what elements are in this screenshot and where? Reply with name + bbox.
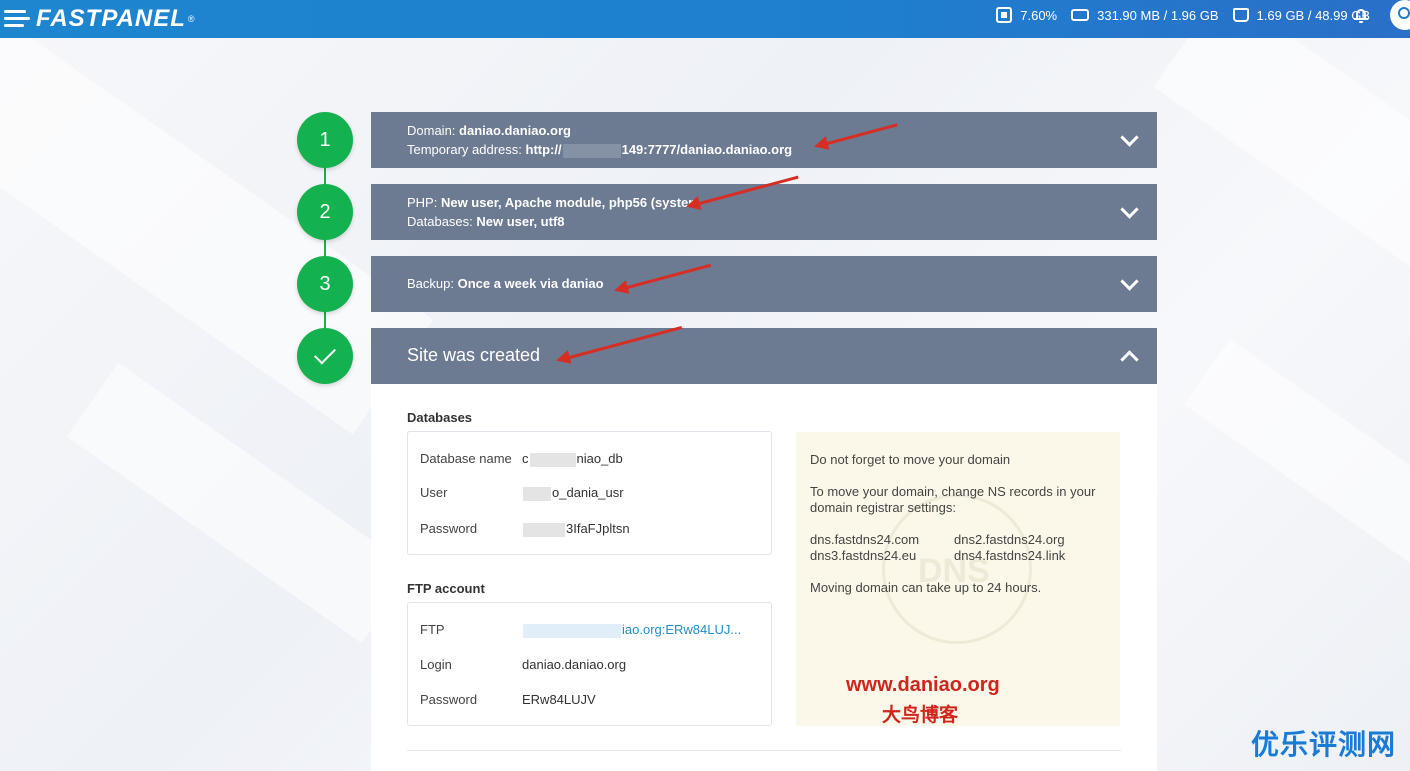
temp-address-value-b: 149:7777/daniao.daniao.org xyxy=(621,142,793,157)
logo-icon xyxy=(4,8,30,30)
site-created-panel[interactable]: Site was created xyxy=(371,328,1157,384)
db-name-label: Database name xyxy=(420,451,512,466)
temp-address-label: Temporary address: xyxy=(407,142,526,157)
cpu-value: 7.60% xyxy=(1020,7,1058,23)
ftp-title: FTP account xyxy=(407,581,485,596)
site-created-details: Databases Database name c niao_db User o_da… xyxy=(371,384,1157,771)
step-2-circle: 2 xyxy=(297,184,353,240)
resource-stats: 7.60% 331.90 MB / 1.96 GB 1.69 GB / 48.9… xyxy=(982,0,1370,30)
db-user-label: User xyxy=(420,485,448,500)
memory-stat: 331.90 MB / 1.96 GB xyxy=(1071,7,1219,23)
db-password-label: Password xyxy=(420,521,478,536)
divider xyxy=(407,750,1121,751)
php-label: PHP: xyxy=(407,195,441,210)
chevron-down-icon[interactable] xyxy=(1119,274,1139,294)
database-info-box: Database name c niao_db User o_dania_usr Pa… xyxy=(407,431,772,555)
hint-text-2: domain registrar settings: xyxy=(810,500,956,515)
chevron-up-icon[interactable] xyxy=(1119,346,1139,366)
hint-heading: Do not forget to move your domain xyxy=(810,452,1011,467)
hint-text-1: To move your domain, change NS records i… xyxy=(810,484,1096,499)
step-done-circle xyxy=(297,328,353,384)
top-header: FASTPANEL ® 7.60% 331.90 MB / 1.96 GB 1.… xyxy=(0,0,1410,38)
ftp-login-value[interactable]: daniao.daniao.org xyxy=(522,657,626,672)
watermark-site: www.daniao.org xyxy=(846,674,1000,696)
db-password-value[interactable]: 3IfaFJpltsn xyxy=(566,521,630,536)
databases-label: Databases: xyxy=(407,214,477,229)
redacted-block xyxy=(523,522,565,537)
watermark-site-cn: 大鸟博客 xyxy=(882,705,959,726)
ftp-password-value[interactable]: ERw84LUJV xyxy=(522,692,596,707)
step-connector xyxy=(324,238,326,258)
step-1-circle: 1 xyxy=(297,112,353,168)
domain-value: daniao.daniao.org xyxy=(459,123,571,138)
ftp-info-box: FTP iao.org:ERw84LUJ... Login daniao.dania… xyxy=(407,602,772,726)
db-name-value-b[interactable]: niao_db xyxy=(577,451,623,466)
step-3-panel[interactable]: Backup: Once a week via daniao xyxy=(371,256,1157,312)
ftp-login-label: Login xyxy=(420,657,452,672)
db-name-row: Database name c niao_db xyxy=(420,451,623,467)
redacted-block xyxy=(562,143,621,158)
backup-value: Once a week via daniao xyxy=(457,276,604,291)
memory-icon xyxy=(1071,9,1090,21)
cpu-icon xyxy=(996,7,1013,23)
check-icon xyxy=(314,342,336,364)
db-name-value-a[interactable]: c xyxy=(522,451,529,466)
move-domain-hint: DNS Do not forget to move your domain To… xyxy=(796,432,1120,726)
disk-stat: 1.69 GB / 48.99 GB xyxy=(1232,7,1370,23)
ns-record: dns4.fastdns24.link xyxy=(954,548,1066,563)
chevron-down-icon[interactable] xyxy=(1119,202,1139,222)
redacted-block xyxy=(523,623,621,638)
ftp-login-row: Login daniao.daniao.org xyxy=(420,657,626,672)
databases-value: New user, utf8 xyxy=(476,214,565,229)
backup-label: Backup: xyxy=(407,276,458,291)
ftp-password-label: Password xyxy=(420,692,478,707)
redacted-block xyxy=(523,486,551,501)
logo[interactable]: FASTPANEL ® xyxy=(4,4,195,34)
ns-record: dns3.fastdns24.eu xyxy=(810,548,917,563)
disk-icon xyxy=(1232,8,1249,22)
step-connector xyxy=(324,310,326,330)
cpu-stat: 7.60% xyxy=(996,7,1057,23)
ftp-password-row: Password ERw84LUJV xyxy=(420,692,596,707)
temp-address-value-a: http:// xyxy=(525,142,562,157)
logo-text: FASTPANEL xyxy=(36,5,186,32)
domain-label: Domain: xyxy=(407,123,460,138)
redacted-block xyxy=(529,452,576,467)
db-user-value[interactable]: o_dania_usr xyxy=(552,485,624,500)
disk-value: 1.69 GB / 48.99 GB xyxy=(1256,7,1370,23)
ns-record: dns2.fastdns24.org xyxy=(954,532,1065,547)
memory-value: 331.90 MB / 1.96 GB xyxy=(1097,7,1219,23)
hint-text-3: Moving domain can take up to 24 hours. xyxy=(810,580,1042,595)
ns-record: dns.fastdns24.com xyxy=(810,532,920,547)
logo-registered-mark: ® xyxy=(187,14,195,24)
step-connector xyxy=(324,166,326,186)
site-created-title: Site was created xyxy=(407,345,541,365)
databases-title: Databases xyxy=(407,410,473,425)
php-value: New user, Apache module, php56 (system xyxy=(440,195,700,210)
ftp-label: FTP xyxy=(420,622,445,637)
step-3-circle: 3 xyxy=(297,256,353,312)
ftp-row: FTP iao.org:ERw84LUJ... xyxy=(420,622,741,638)
ns-records: dns.fastdns24.com dns2.fastdns24.org dns3… xyxy=(810,532,1110,564)
db-password-row: Password 3IfaFJpltsn xyxy=(420,521,630,537)
chevron-down-icon[interactable] xyxy=(1119,130,1139,150)
user-avatar[interactable] xyxy=(1390,0,1410,30)
db-user-row: User o_dania_usr xyxy=(420,485,624,501)
step-1-panel[interactable]: Domain: daniao.daniao.org Temporary addr… xyxy=(371,112,1157,168)
corner-watermark: 优乐评测网 xyxy=(1250,729,1396,760)
ftp-link[interactable]: iao.org:ERw84LUJ... xyxy=(622,622,741,637)
step-2-panel[interactable]: PHP: New user, Apache module, php56 (sys… xyxy=(371,184,1157,240)
bell-icon[interactable] xyxy=(1354,7,1368,23)
